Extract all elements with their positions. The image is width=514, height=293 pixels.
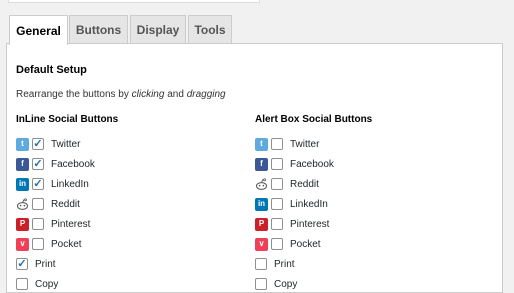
option-label: Pocket xyxy=(290,238,321,250)
tab-display[interactable]: Display xyxy=(130,15,186,44)
option-label: Facebook xyxy=(51,158,95,170)
social-option-row[interactable]: in LinkedIn xyxy=(255,196,328,212)
checkbox[interactable] xyxy=(271,158,283,170)
twitter-icon: t xyxy=(16,137,29,151)
tab-general[interactable]: General xyxy=(9,15,68,45)
pocket-icon: ∨ xyxy=(16,237,29,251)
option-label: Twitter xyxy=(51,138,81,150)
instructions-text: Rearrange the buttons by clicking and dr… xyxy=(16,89,226,100)
social-option-row[interactable]: Reddit xyxy=(16,196,80,212)
social-option-row[interactable]: Copy xyxy=(255,276,297,292)
social-option-row[interactable]: t Twitter xyxy=(255,136,319,152)
tab-tools[interactable]: Tools xyxy=(188,15,232,44)
checkbox[interactable] xyxy=(255,278,267,290)
option-label: Facebook xyxy=(290,158,334,170)
facebook-icon: f xyxy=(16,157,29,171)
social-option-row[interactable]: f ✓ Facebook xyxy=(16,156,95,172)
social-option-row[interactable]: P Pinterest xyxy=(16,216,90,232)
alertbox-column-title: Alert Box Social Buttons xyxy=(255,114,373,125)
reddit-icon xyxy=(255,177,268,191)
option-label: Print xyxy=(274,258,295,270)
checkbox[interactable] xyxy=(16,278,28,290)
social-option-row[interactable]: P Pinterest xyxy=(255,216,329,232)
checkbox[interactable] xyxy=(271,178,283,190)
checkbox[interactable] xyxy=(32,198,44,210)
option-label: Reddit xyxy=(51,198,80,210)
checkbox[interactable]: ✓ xyxy=(16,258,28,270)
twitter-icon: t xyxy=(255,137,268,151)
facebook-icon: f xyxy=(255,157,268,171)
checkbox[interactable] xyxy=(271,198,283,210)
checkbox[interactable]: ✓ xyxy=(32,158,44,170)
checkbox[interactable] xyxy=(271,238,283,250)
option-label: Pocket xyxy=(51,238,82,250)
option-label: Copy xyxy=(35,278,59,290)
checkbox[interactable]: ✓ xyxy=(32,178,44,190)
desc-text: and xyxy=(164,89,187,100)
inline-column-title: InLine Social Buttons xyxy=(16,114,119,125)
social-option-row[interactable]: ✓ Print xyxy=(16,256,56,272)
checkbox[interactable] xyxy=(32,238,44,250)
reddit-icon xyxy=(16,197,29,211)
social-option-row[interactable]: f Facebook xyxy=(255,156,334,172)
tab-buttons[interactable]: Buttons xyxy=(69,15,128,44)
option-label: Print xyxy=(35,258,56,270)
social-option-row[interactable]: Print xyxy=(255,256,295,272)
checkbox[interactable] xyxy=(271,138,283,150)
social-option-row[interactable]: ∨ Pocket xyxy=(16,236,82,252)
option-label: LinkedIn xyxy=(51,178,89,190)
desc-emphasis-clicking: clicking xyxy=(131,89,165,100)
desc-text: Rearrange the buttons by xyxy=(16,89,132,100)
pinterest-icon: P xyxy=(255,217,268,231)
checkbox[interactable] xyxy=(32,218,44,230)
option-label: Reddit xyxy=(290,178,319,190)
section-heading: Default Setup xyxy=(16,64,87,76)
social-option-row[interactable]: in ✓ LinkedIn xyxy=(16,176,89,192)
option-label: Pinterest xyxy=(51,218,91,230)
top-input-edge xyxy=(8,0,260,3)
option-label: Copy xyxy=(274,278,298,290)
option-label: LinkedIn xyxy=(290,198,328,210)
settings-panel: Default Setup Rearrange the buttons by c… xyxy=(6,43,503,293)
checkbox[interactable]: ✓ xyxy=(32,138,44,150)
pinterest-icon: P xyxy=(16,217,29,231)
option-label: Twitter xyxy=(290,138,320,150)
social-option-row[interactable]: Copy xyxy=(16,276,58,292)
social-option-row[interactable]: t ✓ Twitter xyxy=(16,136,80,152)
pocket-icon: ∨ xyxy=(255,237,268,251)
checkbox[interactable] xyxy=(255,258,267,270)
linkedin-icon: in xyxy=(16,177,29,191)
social-option-row[interactable]: ∨ Pocket xyxy=(255,236,321,252)
social-option-row[interactable]: Reddit xyxy=(255,176,319,192)
checkbox[interactable] xyxy=(271,218,283,230)
linkedin-icon: in xyxy=(255,197,268,211)
desc-emphasis-dragging: dragging xyxy=(186,89,226,100)
option-label: Pinterest xyxy=(290,218,330,230)
